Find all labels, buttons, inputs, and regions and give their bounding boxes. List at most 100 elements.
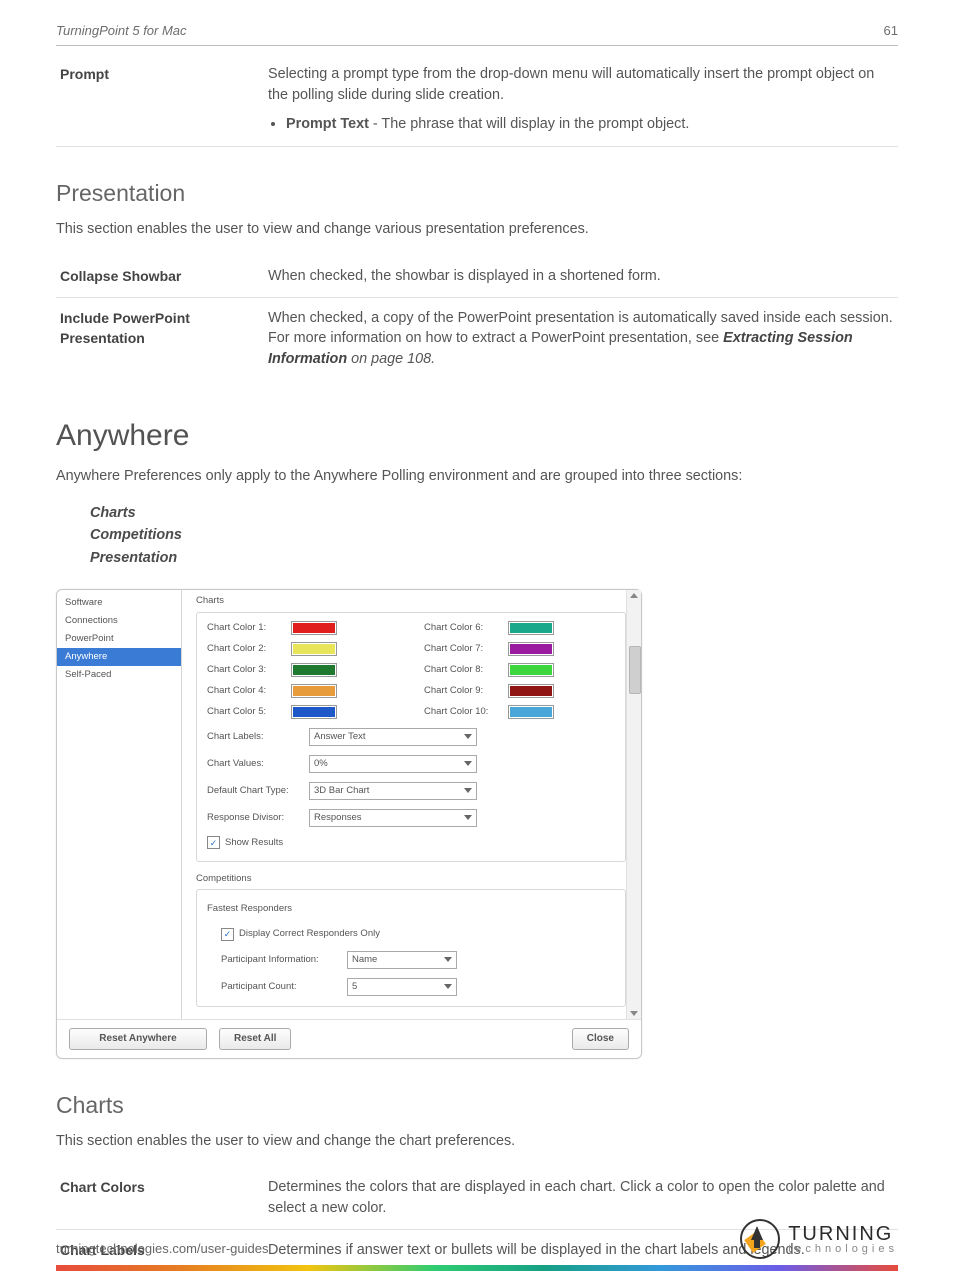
reset-all-button[interactable]: Reset All [219,1028,291,1051]
response-divisor-select[interactable]: Responses [309,809,477,827]
link-presentation[interactable]: Presentation [90,548,898,569]
chart-color-row: Chart Color 1: [207,621,398,635]
chart-color-label: Chart Color 1: [207,621,273,635]
chart-labels-label: Chart Labels: [207,730,309,744]
presentation-lead: This section enables the user to view an… [56,219,898,240]
display-correct-checkbox[interactable]: ✓ Display Correct Responders Only [221,927,380,941]
default-chart-type-select[interactable]: 3D Bar Chart [309,782,477,800]
reset-anywhere-button[interactable]: Reset Anywhere [69,1028,207,1051]
display-correct-label: Display Correct Responders Only [239,927,380,941]
chart-labels-value: Answer Text [314,730,366,744]
term-prompt: Prompt [56,64,264,147]
chart-color-label: Chart Color 4: [207,684,273,698]
checkbox-icon: ✓ [207,836,220,849]
scroll-thumb[interactable] [629,646,641,694]
competitions-group: Fastest Responders ✓ Display Correct Res… [196,889,626,1006]
scroll-up-icon[interactable] [630,593,638,598]
chart-color-swatch[interactable] [508,663,554,677]
prompt-text-rest: - The phrase that will display in the pr… [369,116,690,132]
participant-count-select[interactable]: 5 [347,978,457,996]
chart-color-swatch[interactable] [291,642,337,656]
prompt-text-bullet: Prompt Text - The phrase that will displ… [286,114,894,135]
footer-rainbow-bar [56,1265,898,1271]
chart-color-swatch[interactable] [291,621,337,635]
participant-count-label: Participant Count: [221,980,347,994]
chart-color-swatch[interactable] [291,684,337,698]
chart-color-swatch[interactable] [508,621,554,635]
charts-group-title: Charts [196,594,639,608]
chart-color-grid: Chart Color 1: Chart Color 6: Chart Color … [207,621,615,719]
chart-color-row: Chart Color 8: [424,663,615,677]
prefs-footer: Reset Anywhere Reset All Close [57,1019,641,1059]
include-desc-2: on page 108. [347,351,435,367]
close-button[interactable]: Close [572,1028,629,1051]
chart-color-row: Chart Color 4: [207,684,398,698]
chart-color-row: Chart Color 9: [424,684,615,698]
prefs-main: Charts Chart Color 1:Chart Color 6:Chart… [182,590,641,1019]
chart-values-select[interactable]: 0% [309,755,477,773]
charts-lead: This section enables the user to view an… [56,1131,898,1152]
chart-color-swatch[interactable] [508,642,554,656]
doc-header: TurningPoint 5 for Mac 61 [56,22,898,46]
sidebar-item-software[interactable]: Software [57,594,181,612]
chart-values-value: 0% [314,757,328,771]
participant-info-select[interactable]: Name [347,951,457,969]
competitions-group-title: Competitions [196,872,639,886]
sidebar-item-powerpoint[interactable]: PowerPoint [57,630,181,648]
chart-labels-select[interactable]: Answer Text [309,728,477,746]
response-divisor-label: Response Divisor: [207,811,309,825]
chart-values-label: Chart Values: [207,757,309,771]
desc-prompt: Selecting a prompt type from the drop-do… [264,64,898,147]
chart-color-label: Chart Color 7: [424,642,490,656]
logo-icon [740,1219,780,1259]
charts-group: Chart Color 1: Chart Color 6: Chart Color … [196,612,626,862]
footer-url[interactable]: turningtechnologies.com/user-guides [56,1240,268,1259]
response-divisor-value: Responses [314,811,362,825]
chevron-down-icon [464,761,472,766]
anywhere-lead: Anywhere Preferences only apply to the A… [56,466,898,487]
chevron-down-icon [444,984,452,989]
sidebar-item-connections[interactable]: Connections [57,612,181,630]
chart-color-row: Chart Color 6: [424,621,615,635]
participant-count-value: 5 [352,980,357,994]
desc-collapse: When checked, the showbar is displayed i… [264,256,898,297]
anywhere-heading: Anywhere [56,414,898,458]
link-competitions[interactable]: Competitions [90,525,898,546]
chart-color-swatch[interactable] [291,705,337,719]
checkbox-icon: ✓ [221,928,234,941]
chart-color-label: Chart Color 5: [207,705,273,719]
fastest-responders-label: Fastest Responders [207,902,615,916]
scrollbar[interactable] [626,590,641,1019]
sidebar-item-anywhere[interactable]: Anywhere [57,648,181,666]
prompt-desc-text: Selecting a prompt type from the drop-do… [268,66,874,103]
prefs-sidebar: Software Connections PowerPoint Anywhere… [57,590,182,1019]
prompt-text-label: Prompt Text [286,116,369,132]
chart-color-label: Chart Color 6: [424,621,490,635]
preferences-panel: Software Connections PowerPoint Anywhere… [56,589,642,1059]
scroll-down-icon[interactable] [630,1011,638,1016]
chart-color-label: Chart Color 3: [207,663,273,677]
sidebar-item-selfpaced[interactable]: Self-Paced [57,666,181,684]
presentation-table: Collapse Showbar When checked, the showb… [56,256,898,381]
chart-color-label: Chart Color 2: [207,642,273,656]
anywhere-links: Charts Competitions Presentation [90,503,898,570]
show-results-label: Show Results [225,836,283,850]
link-charts[interactable]: Charts [90,503,898,524]
chart-color-label: Chart Color 9: [424,684,490,698]
chevron-down-icon [444,957,452,962]
chart-color-row: Chart Color 5: [207,705,398,719]
brand-name: TURNING [788,1224,898,1244]
chart-color-row: Chart Color 2: [207,642,398,656]
chart-color-row: Chart Color 10: [424,705,615,719]
chart-color-swatch[interactable] [508,684,554,698]
chart-color-swatch[interactable] [291,663,337,677]
default-chart-type-label: Default Chart Type: [207,784,309,798]
chart-color-row: Chart Color 3: [207,663,398,677]
show-results-checkbox[interactable]: ✓ Show Results [207,836,283,850]
doc-title: TurningPoint 5 for Mac [56,22,187,41]
participant-info-value: Name [352,953,377,967]
page-footer: turningtechnologies.com/user-guides TURN… [0,1219,954,1271]
presentation-heading: Presentation [56,177,898,210]
page-number: 61 [884,22,898,41]
chart-color-swatch[interactable] [508,705,554,719]
